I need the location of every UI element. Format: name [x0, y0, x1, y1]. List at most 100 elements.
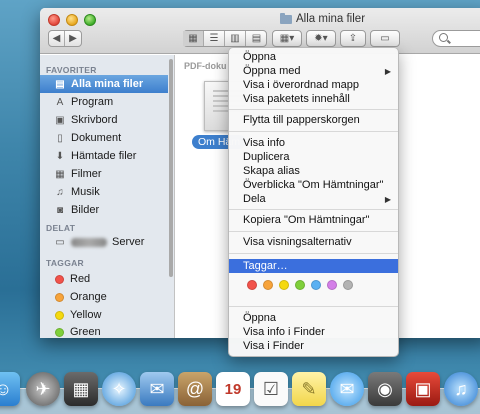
tag-icon: ▭ [380, 33, 390, 44]
sidebar-item-music[interactable]: ♫ Musik [40, 183, 168, 201]
menu-item-move-to-trash[interactable]: Flytta till papperskorgen [229, 114, 398, 127]
folder-icon [280, 12, 292, 24]
green-tag-dot[interactable] [295, 280, 305, 290]
menu-item-show-view-options[interactable]: Visa visningsalternativ [229, 236, 398, 249]
photo-booth-icon[interactable]: ▣ [406, 372, 440, 406]
menu-item-open-service[interactable]: Öppna [229, 312, 398, 325]
gear-icon: ✹▾ [314, 33, 328, 44]
menu-item-get-info-in-finder[interactable]: Visa info i Finder [229, 326, 398, 339]
messages-icon[interactable]: ✉ [330, 372, 364, 406]
red-tag-icon [55, 274, 64, 284]
music-icon: ♫ [56, 186, 64, 198]
sidebar-item-all-files[interactable]: ▤ Alla mina filer [40, 75, 168, 93]
close-window-button[interactable] [48, 14, 60, 26]
sidebar-item-movies[interactable]: ▦ Filmer [40, 165, 168, 183]
notes-icon[interactable]: ✎ [292, 372, 326, 406]
movies-icon: ▦ [55, 168, 65, 180]
pictures-icon: ◙ [56, 204, 64, 216]
share-icon: ⇪ [348, 33, 358, 44]
shared-header: DELAT [46, 223, 76, 233]
menu-separator [229, 253, 398, 254]
calendar-icon[interactable]: 19 [216, 372, 250, 406]
sidebar-item-desktop[interactable]: ▣ Skrivbord [40, 111, 168, 129]
sidebar-item-tag-red[interactable]: Red [40, 270, 168, 288]
redacted-server-name [71, 237, 107, 247]
menu-item-share[interactable]: Dela ▶ [229, 193, 398, 206]
favorites-header: FAVORITER [46, 65, 97, 75]
menu-separator [229, 231, 398, 232]
menu-item-show-in-enclosing-folder[interactable]: Visa i överordnad mapp [229, 79, 398, 92]
arrange-icon: ▦▾ [279, 33, 295, 44]
menu-item-copy[interactable]: Kopiera "Om Hämtningar" [229, 214, 398, 227]
column-view-icon[interactable]: ▥ [225, 31, 246, 46]
menu-item-duplicate[interactable]: Duplicera [229, 151, 398, 164]
view-mode-control[interactable]: ▦ ☰ ▥ ▤ [183, 30, 267, 47]
sidebar-item-downloads[interactable]: ⬇ Hämtade filer [40, 147, 168, 165]
window-title: Alla mina filer [280, 12, 365, 25]
sidebar: FAVORITER ▤ Alla mina filer A Program ▣ … [40, 55, 175, 338]
contacts-icon[interactable]: @ [178, 372, 212, 406]
applications-icon: A [56, 96, 64, 108]
menu-separator [229, 209, 398, 210]
menu-item-quick-look[interactable]: Överblicka "Om Hämtningar" [229, 179, 398, 192]
group-header: PDF-doku [184, 61, 227, 71]
menu-item-make-alias[interactable]: Skapa alias [229, 165, 398, 178]
yellow-tag-dot[interactable] [279, 280, 289, 290]
facetime-icon[interactable]: ◉ [368, 372, 402, 406]
icon-view-icon[interactable]: ▦ [183, 31, 204, 46]
orange-tag-icon [55, 292, 64, 302]
itunes-icon[interactable]: ♫ [444, 372, 478, 406]
menu-separator [229, 109, 398, 110]
search-input[interactable] [432, 30, 480, 47]
documents-icon: ▯ [57, 132, 63, 144]
submenu-arrow-icon: ▶ [384, 195, 391, 204]
action-button[interactable]: ✹▾ [306, 30, 336, 47]
menu-item-tags[interactable]: Taggar… [229, 259, 398, 273]
all-files-icon: ▤ [55, 78, 65, 90]
safari-icon[interactable]: ✧ [102, 372, 136, 406]
red-tag-dot[interactable] [247, 280, 257, 290]
sidebar-item-tag-yellow[interactable]: Yellow [40, 306, 168, 324]
search-icon [439, 33, 448, 42]
menu-separator [229, 131, 398, 132]
share-button[interactable]: ⇪ [340, 30, 366, 47]
tags-header: TAGGAR [46, 258, 84, 268]
sidebar-item-pictures[interactable]: ◙ Bilder [40, 201, 168, 219]
green-tag-icon [55, 327, 64, 337]
sidebar-item-tag-green[interactable]: Green [40, 323, 168, 338]
tags-button[interactable]: ▭ [370, 30, 400, 47]
launchpad-icon[interactable]: ✈ [26, 372, 60, 406]
menu-item-get-info[interactable]: Visa info [229, 137, 398, 150]
zoom-window-button[interactable] [84, 14, 96, 26]
menu-item-open-with[interactable]: Öppna med ▶ [229, 65, 398, 78]
reminders-icon[interactable]: ☑ [254, 372, 288, 406]
downloads-icon: ⬇ [55, 150, 65, 162]
sidebar-item-tag-orange[interactable]: Orange [40, 288, 168, 306]
menu-item-reveal-in-finder[interactable]: Visa i Finder [229, 340, 398, 353]
minimize-window-button[interactable] [66, 14, 78, 26]
sidebar-item-documents[interactable]: ▯ Dokument [40, 129, 168, 147]
yellow-tag-icon [55, 310, 64, 320]
menu-item-open[interactable]: Öppna [229, 51, 398, 64]
purple-tag-dot[interactable] [327, 280, 337, 290]
tag-color-picker [247, 280, 353, 290]
submenu-arrow-icon: ▶ [384, 67, 391, 76]
list-view-icon[interactable]: ☰ [204, 31, 225, 46]
gray-tag-dot[interactable] [343, 280, 353, 290]
orange-tag-dot[interactable] [263, 280, 273, 290]
mission-control-icon[interactable]: ▦ [64, 372, 98, 406]
back-arrow-icon[interactable]: ◀ [49, 31, 65, 46]
menu-item-show-package-contents[interactable]: Visa paketets innehåll [229, 93, 398, 106]
sidebar-item-applications[interactable]: A Program [40, 93, 168, 111]
finder-icon[interactable]: ☺ [0, 372, 20, 406]
forward-arrow-icon[interactable]: ▶ [65, 31, 81, 46]
sidebar-scrollbar[interactable] [169, 59, 173, 277]
cover-flow-icon[interactable]: ▤ [246, 31, 267, 46]
sidebar-item-server[interactable]: ▭ Server [40, 233, 168, 251]
arrange-button[interactable]: ▦▾ [272, 30, 302, 47]
back-forward-control[interactable]: ◀ ▶ [48, 30, 82, 47]
menu-separator [229, 306, 398, 307]
mail-icon[interactable]: ✉ [140, 372, 174, 406]
context-menu: Öppna Öppna med ▶ Visa i överordnad mapp… [228, 47, 399, 357]
blue-tag-dot[interactable] [311, 280, 321, 290]
